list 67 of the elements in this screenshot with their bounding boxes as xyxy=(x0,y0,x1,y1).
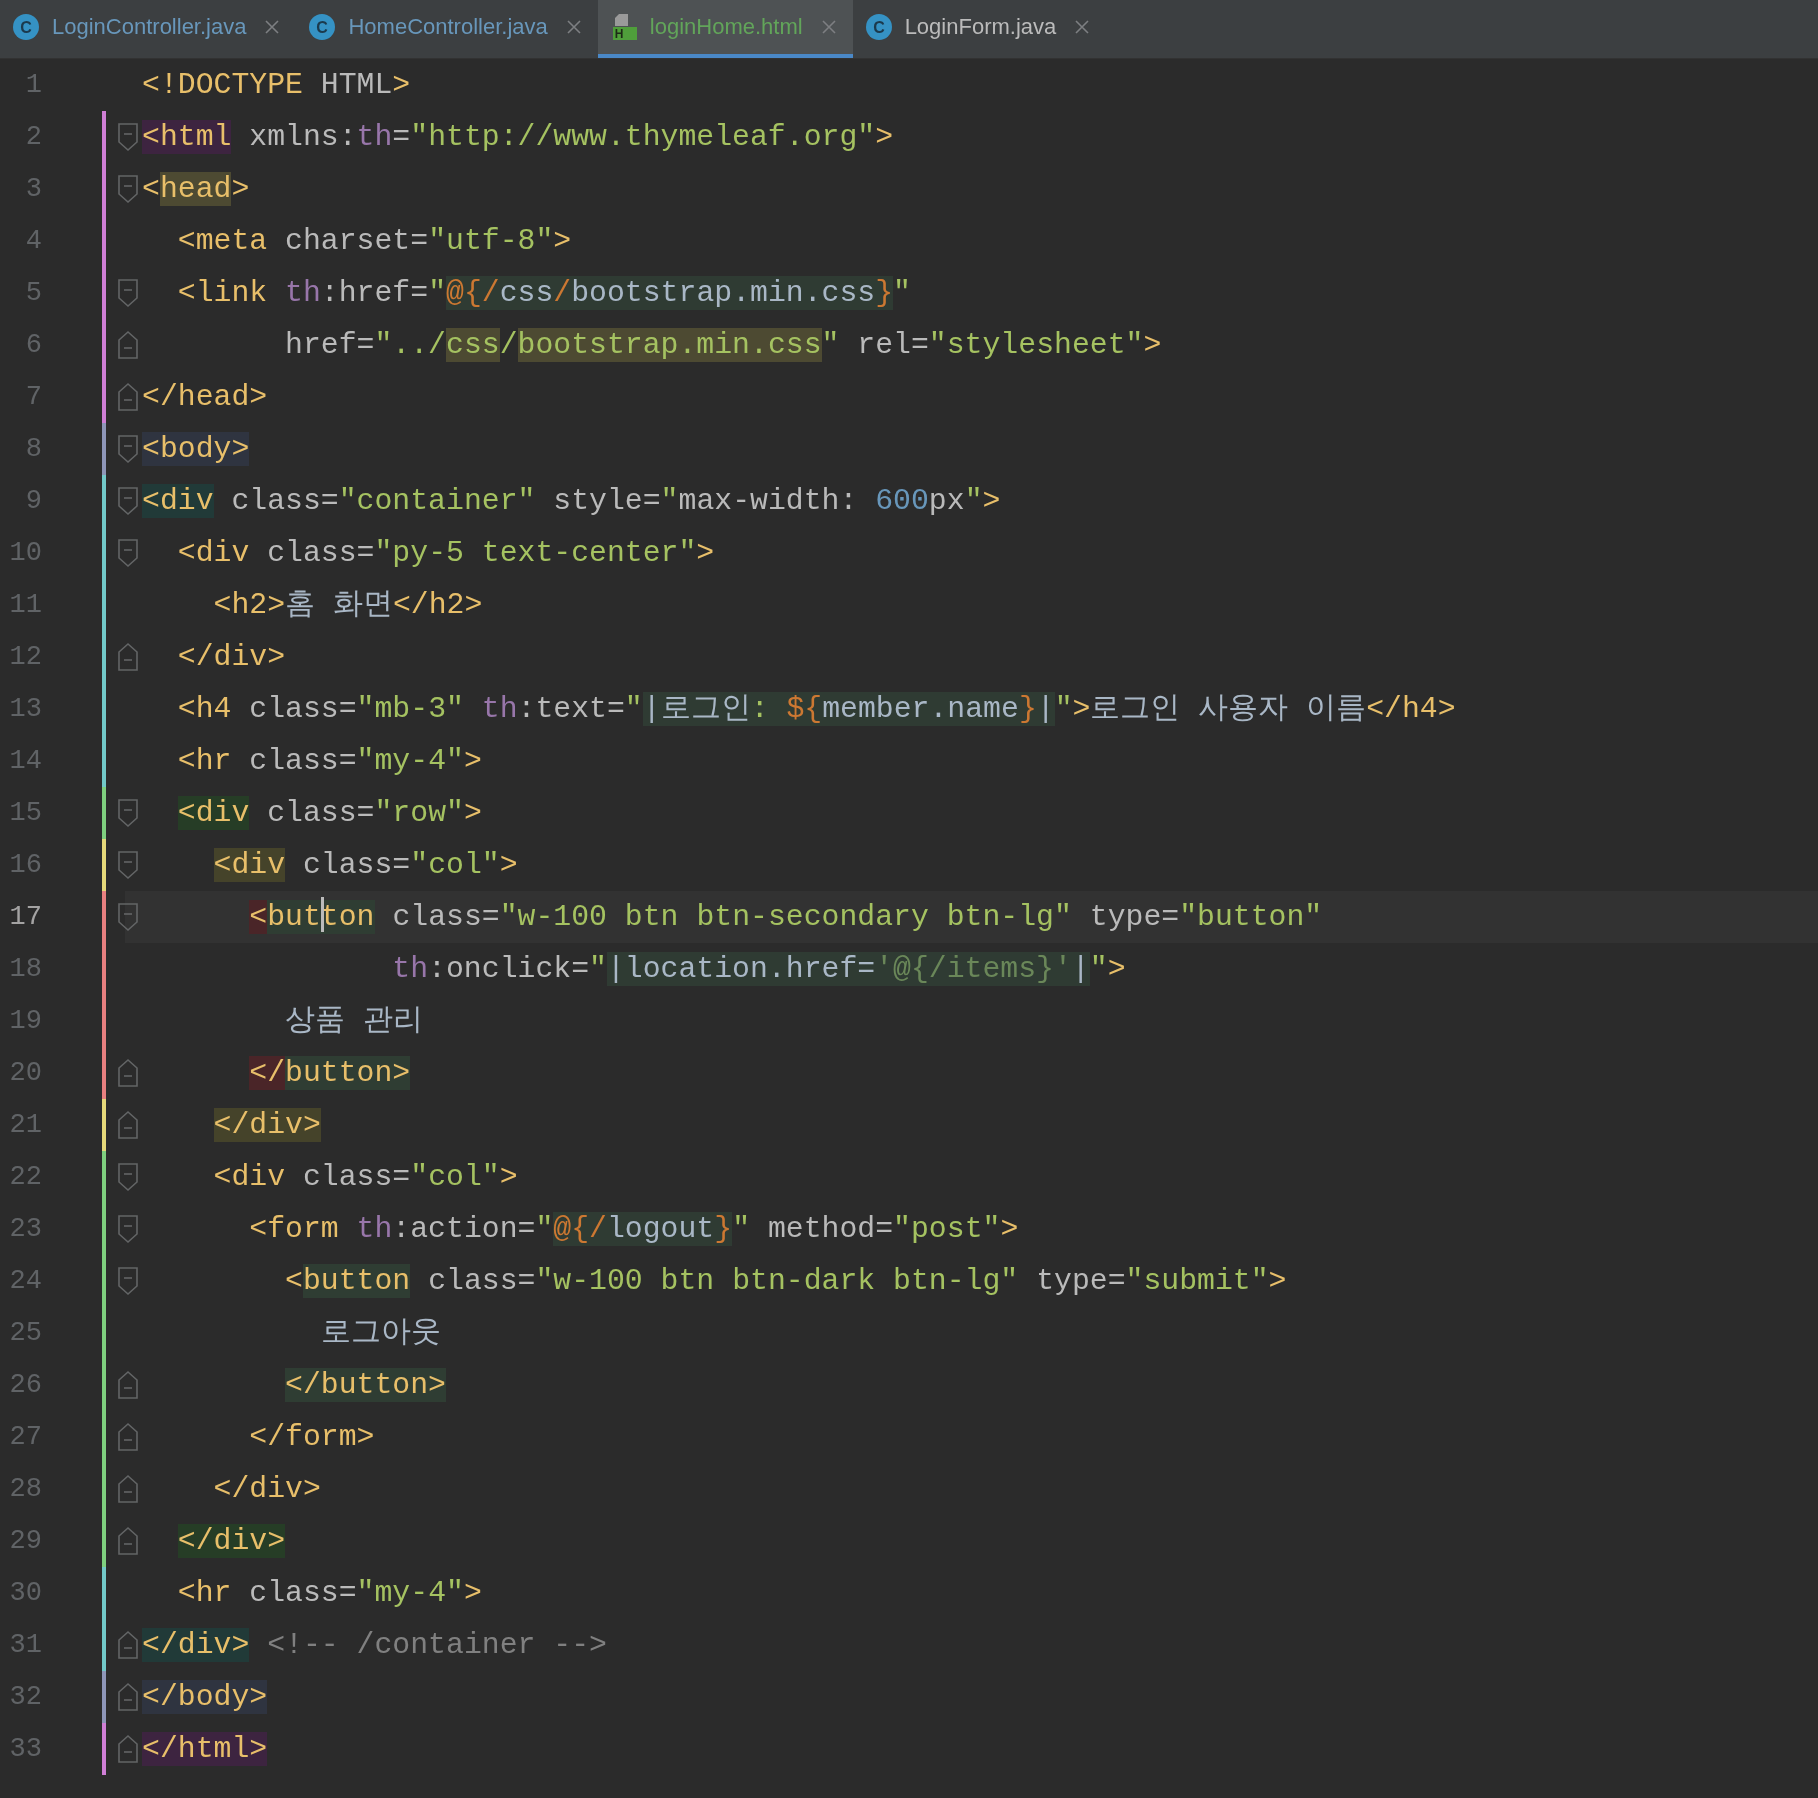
line-number: 6 xyxy=(24,329,42,362)
line-number: 21 xyxy=(8,1109,42,1142)
line-number: 31 xyxy=(8,1629,42,1662)
class-icon: C xyxy=(864,13,893,41)
line-number: 4 xyxy=(24,225,42,258)
line-number: 7 xyxy=(24,381,42,414)
line-number: 25 xyxy=(8,1317,42,1350)
code-line: <html xmlns:th="http://www.thymeleaf.org"> xyxy=(142,119,894,156)
code-line: </div> xyxy=(176,639,286,676)
editor-tab[interactable]: C LoginForm.java xyxy=(852,0,1107,58)
code-line: <form th:action="@{/logout}" method="post"> xyxy=(248,1211,1019,1248)
line-number: 5 xyxy=(24,277,42,310)
code-line: href="../css/bootstrap.min.css" rel="stylesheet"> xyxy=(284,327,1162,364)
line-number: 17 xyxy=(8,901,42,934)
code-line: <div class="col"> xyxy=(212,847,518,884)
code-line: <div class="py-5 text-center"> xyxy=(176,535,715,572)
line-number: 33 xyxy=(8,1733,42,1766)
code-line: <h4 class="mb-3" th:text="|로그인: ${member.name}|">로그인 사용자 이름</h4> xyxy=(176,691,1456,728)
line-number: 18 xyxy=(8,953,42,986)
code-line: <meta charset="utf-8"> xyxy=(176,223,572,260)
line-number: 23 xyxy=(8,1213,42,1246)
code-line: <h2>홈 화면</h2> xyxy=(212,587,483,624)
line-number: 11 xyxy=(8,589,42,622)
line-number: 28 xyxy=(8,1473,42,1506)
editor-tab[interactable]: H loginHome.html xyxy=(597,0,853,58)
code-line: 상품 관리 xyxy=(284,1003,423,1040)
code-line: <hr class="my-4"> xyxy=(176,743,482,780)
line-number: 12 xyxy=(8,641,42,674)
code-line: <!DOCTYPE HTML> xyxy=(142,67,411,104)
editor-tab[interactable]: C LoginController.java xyxy=(0,0,297,58)
line-number: 29 xyxy=(8,1525,42,1558)
code-line: <div class="container" style="max-width: 600px"> xyxy=(142,483,1001,520)
line-number: 30 xyxy=(8,1577,42,1610)
code-line: <link th:href="@{/css/bootstrap.min.css}" xyxy=(176,275,911,312)
line-number: 3 xyxy=(24,173,42,206)
class-icon: C xyxy=(308,13,337,41)
line-number: 16 xyxy=(8,849,42,882)
class-icon: C xyxy=(12,13,40,41)
line-number: 8 xyxy=(24,433,42,466)
code-line: <div class="col"> xyxy=(212,1159,518,1196)
code-line: <button class="w-100 btn btn-dark btn-lg" type="submit"> xyxy=(284,1263,1287,1300)
line-number: 9 xyxy=(24,485,42,518)
code-line: th:onclick="|location.href='@{/items}'|"> xyxy=(391,951,1126,988)
line-number: 20 xyxy=(8,1057,42,1090)
line-number: 14 xyxy=(8,745,42,778)
code-line: <hr class="my-4"> xyxy=(176,1575,482,1612)
code-line: </div> <!-- /container --> xyxy=(142,1627,607,1664)
line-number: 10 xyxy=(8,537,42,570)
code-line: <but ton class="w-100 btn btn-secondary btn-lg" type="button" xyxy=(142,891,1323,943)
code-line: 로그아웃 xyxy=(319,1315,441,1352)
code-line: </div> xyxy=(212,1471,321,1508)
code-line: </head> xyxy=(142,379,268,416)
line-number: 32 xyxy=(8,1681,42,1714)
line-number: 2 xyxy=(24,121,42,154)
line-number: 19 xyxy=(8,1005,42,1038)
line-number: 22 xyxy=(8,1161,42,1194)
editor-tab[interactable]: C HomeController.java xyxy=(296,0,598,58)
line-number: 15 xyxy=(8,797,42,830)
line-number: 27 xyxy=(8,1421,42,1454)
code-line: </form> xyxy=(248,1419,375,1456)
code-line: <div class="row"> xyxy=(176,795,482,832)
line-number: 24 xyxy=(8,1265,42,1298)
line-number: 13 xyxy=(8,693,42,726)
code-line: </button> xyxy=(248,1055,411,1092)
line-number: 1 xyxy=(24,69,42,102)
line-number: 26 xyxy=(8,1369,42,1402)
code-line: <head> xyxy=(142,171,250,208)
